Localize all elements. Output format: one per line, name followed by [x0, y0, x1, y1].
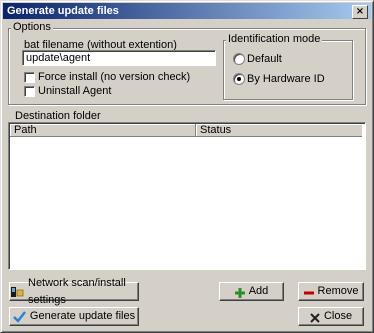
window-title: Generate update files	[7, 5, 119, 17]
close-window-button[interactable]: ×	[352, 5, 368, 19]
column-header-path[interactable]: Path	[10, 124, 196, 137]
network-scan-install-settings-label: Network scan/install settings	[28, 276, 126, 306]
close-label: Close	[323, 310, 353, 322]
minus-icon	[303, 287, 314, 297]
checkmark-icon	[13, 310, 26, 323]
x-icon	[310, 312, 320, 323]
uninstall-agent-checkbox[interactable]	[24, 86, 35, 97]
radio-selected-dot	[237, 77, 241, 81]
network-install-icon	[10, 286, 24, 298]
add-label: Add	[248, 285, 269, 297]
generate-update-files-button[interactable]: Generate update files	[9, 307, 139, 326]
identification-mode-label: Identification mode	[226, 33, 323, 45]
column-header-status[interactable]: Status	[196, 124, 362, 137]
add-button[interactable]: Add	[219, 282, 284, 301]
force-install-label[interactable]: Force install (no version check)	[38, 71, 190, 83]
generate-update-files-label: Generate update files	[29, 310, 136, 322]
remove-label: Remove	[317, 285, 359, 297]
filename-field[interactable]: update\agent	[22, 50, 216, 66]
remove-button[interactable]: Remove	[298, 282, 364, 301]
plus-icon	[234, 287, 245, 298]
identification-mode-group	[223, 40, 353, 100]
options-group-label: Options	[11, 21, 53, 33]
destination-folder-label: Destination folder	[15, 110, 101, 122]
close-button[interactable]: Close	[298, 307, 364, 326]
network-scan-install-settings-button[interactable]: Network scan/install settings	[9, 277, 139, 306]
destination-list[interactable]: Path Status	[8, 122, 366, 270]
radio-default[interactable]	[233, 53, 245, 65]
dialog-window: Generate update files × Options bat file…	[0, 0, 374, 333]
uninstall-agent-label[interactable]: Uninstall Agent	[38, 85, 111, 97]
radio-by-hardware-id[interactable]	[233, 73, 245, 85]
radio-default-label[interactable]: Default	[247, 53, 282, 65]
radio-by-hardware-id-label[interactable]: By Hardware ID	[247, 73, 325, 85]
force-install-checkbox[interactable]	[24, 72, 35, 83]
title-bar[interactable]: Generate update files ×	[3, 3, 371, 19]
